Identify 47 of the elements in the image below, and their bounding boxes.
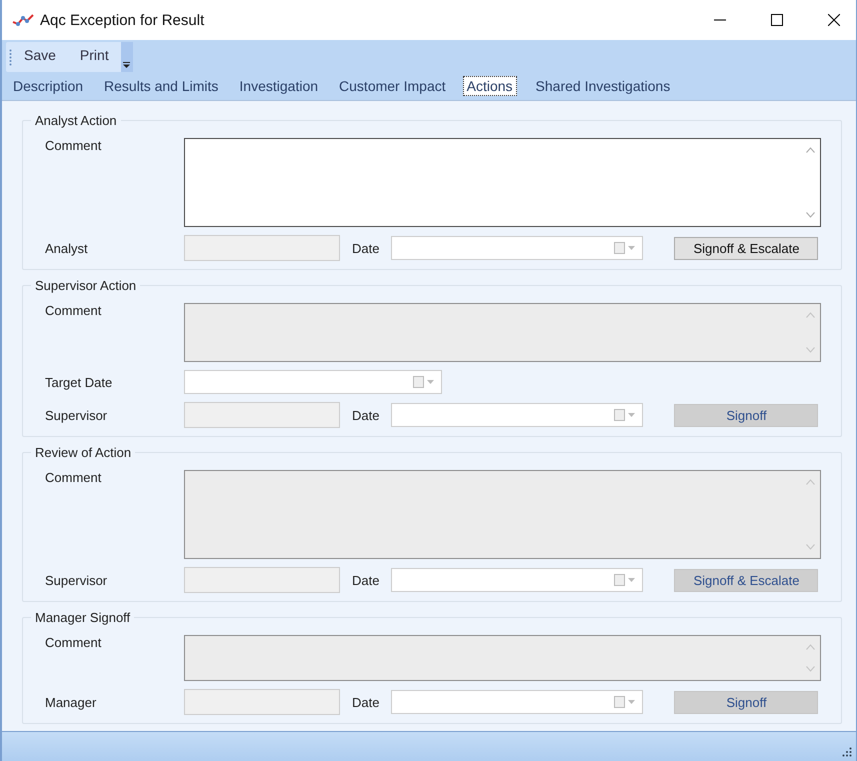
tab[interactable]: Customer Impact [329, 76, 456, 96]
scroll-up-icon[interactable] [806, 147, 814, 153]
group-title: Supervisor Action [34, 278, 138, 293]
signoff-button[interactable]: Signoff & Escalate [674, 236, 818, 260]
calendar-dropdown-icon[interactable] [614, 409, 636, 421]
field-label: Comment [45, 303, 102, 318]
close-icon[interactable] [828, 14, 840, 26]
date-picker[interactable] [391, 236, 644, 260]
field-label: Supervisor [45, 408, 108, 422]
window-title: Aqc Exception for Result [40, 12, 204, 28]
toolbar-button[interactable]: Print [68, 47, 121, 67]
calendar-dropdown-icon[interactable] [413, 376, 435, 388]
maximize-icon[interactable] [771, 14, 783, 26]
field-label: Comment [45, 635, 102, 650]
field-label: Target Date [45, 374, 114, 390]
tab[interactable]: Description [10, 76, 94, 96]
group-title: Analyst Action [34, 113, 118, 128]
date-picker[interactable] [184, 370, 442, 394]
tab[interactable]: Shared Investigations [526, 76, 680, 96]
date-picker[interactable] [391, 690, 644, 714]
field-label: Date [352, 572, 380, 588]
field-label: Date [352, 694, 380, 710]
date-picker[interactable] [391, 568, 644, 592]
grip-icon [9, 48, 12, 66]
field-label: Supervisor [45, 572, 108, 588]
field-label: Date [352, 408, 380, 422]
field-label: Manager [45, 694, 98, 710]
tab[interactable]: Results and Limits [94, 76, 228, 96]
caret-icon [123, 62, 130, 68]
field-label: Date [352, 240, 380, 256]
date-picker[interactable] [391, 403, 644, 427]
calendar-dropdown-icon[interactable] [614, 242, 636, 254]
comment-field[interactable] [184, 138, 821, 227]
tab[interactable]: Actions [462, 76, 517, 96]
calendar-dropdown-icon[interactable] [614, 696, 636, 708]
tab[interactable]: Investigation [229, 76, 328, 96]
field-label: Comment [45, 470, 102, 485]
group-title: Review of Action [34, 445, 132, 460]
chart-line-icon [12, 13, 34, 27]
group-title: Manager Signoff [34, 610, 132, 625]
calendar-dropdown-icon[interactable] [614, 574, 636, 586]
field-label: Analyst [45, 240, 89, 256]
scroll-down-icon[interactable] [806, 212, 814, 218]
resize-grip-icon[interactable] [842, 747, 852, 757]
overflow-button[interactable] [120, 42, 133, 72]
field-label: Comment [45, 138, 102, 153]
toolbar-button[interactable]: Save [12, 47, 68, 67]
